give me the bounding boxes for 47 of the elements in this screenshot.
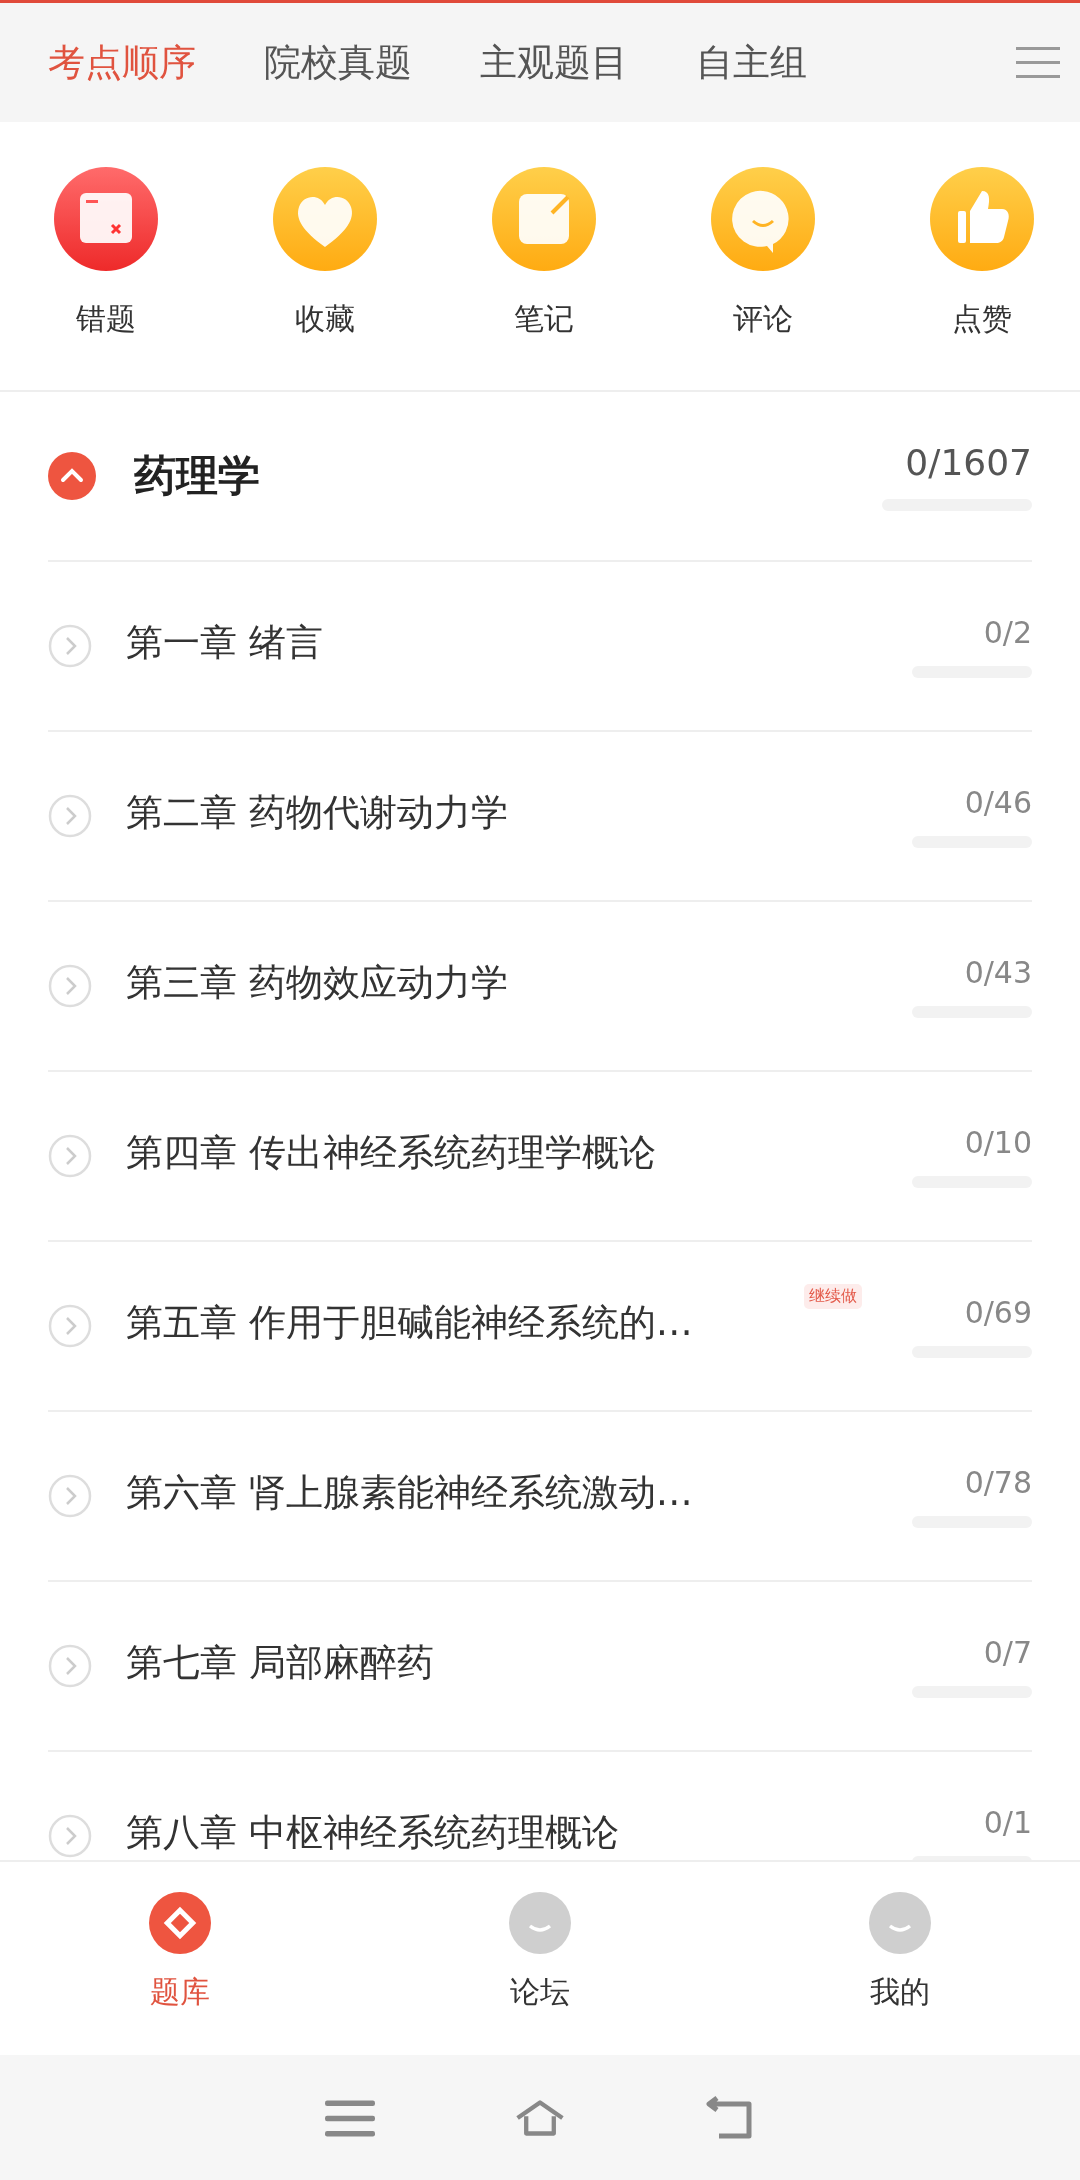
chevron-right-icon[interactable] — [48, 1814, 92, 1858]
chat-icon[interactable] — [711, 167, 815, 271]
question-count: 0/78 — [964, 1464, 1032, 1500]
nav-tab[interactable]: 题库 — [0, 1862, 360, 2055]
shortcut-label: 点赞 — [952, 300, 1012, 338]
chapter-title[interactable]: 第八章 中枢神经系统药理概论 — [126, 1808, 619, 1858]
note-icon[interactable] — [492, 167, 596, 271]
chapter-title[interactable]: 第四章 传出神经系统药理学概论 — [126, 1128, 656, 1178]
chevron-right-icon[interactable] — [48, 1474, 92, 1518]
subject-title: 药理学 — [134, 450, 260, 502]
smile-icon — [509, 1892, 571, 1954]
question-count: 0/10 — [964, 1124, 1032, 1160]
category-tab[interactable]: 考点顺序 — [48, 37, 196, 88]
shortcut-label: 错题 — [76, 300, 136, 338]
chapter-title[interactable]: 第六章 肾上腺素能神经系统激动… — [126, 1468, 693, 1518]
question-count: 0/69 — [964, 1294, 1032, 1330]
chapter-title[interactable]: 第三章 药物效应动力学 — [126, 958, 508, 1008]
back-icon[interactable] — [705, 2095, 755, 2140]
question-count: 0/46 — [964, 784, 1032, 820]
category-tab[interactable]: 主观题目 — [480, 37, 628, 88]
chevron-right-icon[interactable] — [48, 1134, 92, 1178]
wrong-question-icon[interactable] — [54, 167, 158, 271]
shortcut-label: 评论 — [733, 300, 793, 338]
nav-tab[interactable]: 论坛 — [360, 1862, 720, 2055]
chevron-right-icon[interactable] — [48, 624, 92, 668]
chevron-right-icon[interactable] — [48, 964, 92, 1008]
menu-icon[interactable] — [1016, 44, 1060, 81]
chevron-right-icon[interactable] — [48, 1644, 92, 1688]
category-tab[interactable]: 院校真题 — [264, 37, 412, 88]
chapter-title[interactable]: 第二章 药物代谢动力学 — [126, 788, 508, 838]
question-count: 0/7 — [983, 1634, 1032, 1670]
category-tab[interactable]: 自主组 — [696, 37, 807, 88]
thumbs-up-icon[interactable] — [930, 167, 1034, 271]
question-count: 0/1 — [983, 1804, 1032, 1840]
chapter-title[interactable]: 第五章 作用于胆碱能神经系统的… — [126, 1298, 693, 1348]
question-count: 0/43 — [964, 954, 1032, 990]
chapter-title[interactable]: 第七章 局部麻醉药 — [126, 1638, 434, 1688]
question-count: 0/2 — [983, 614, 1032, 650]
collapse-icon[interactable] — [48, 452, 96, 500]
chevron-right-icon[interactable] — [48, 1304, 92, 1348]
smile-icon — [869, 1892, 931, 1954]
chapter-title[interactable]: 第一章 绪言 — [126, 618, 323, 668]
question-count: 0/1607 — [905, 441, 1032, 483]
chevron-right-icon[interactable] — [48, 794, 92, 838]
shortcut-label: 笔记 — [514, 300, 574, 338]
shortcut-label: 收藏 — [295, 300, 355, 338]
nav-tab[interactable]: 我的 — [720, 1862, 1080, 2055]
